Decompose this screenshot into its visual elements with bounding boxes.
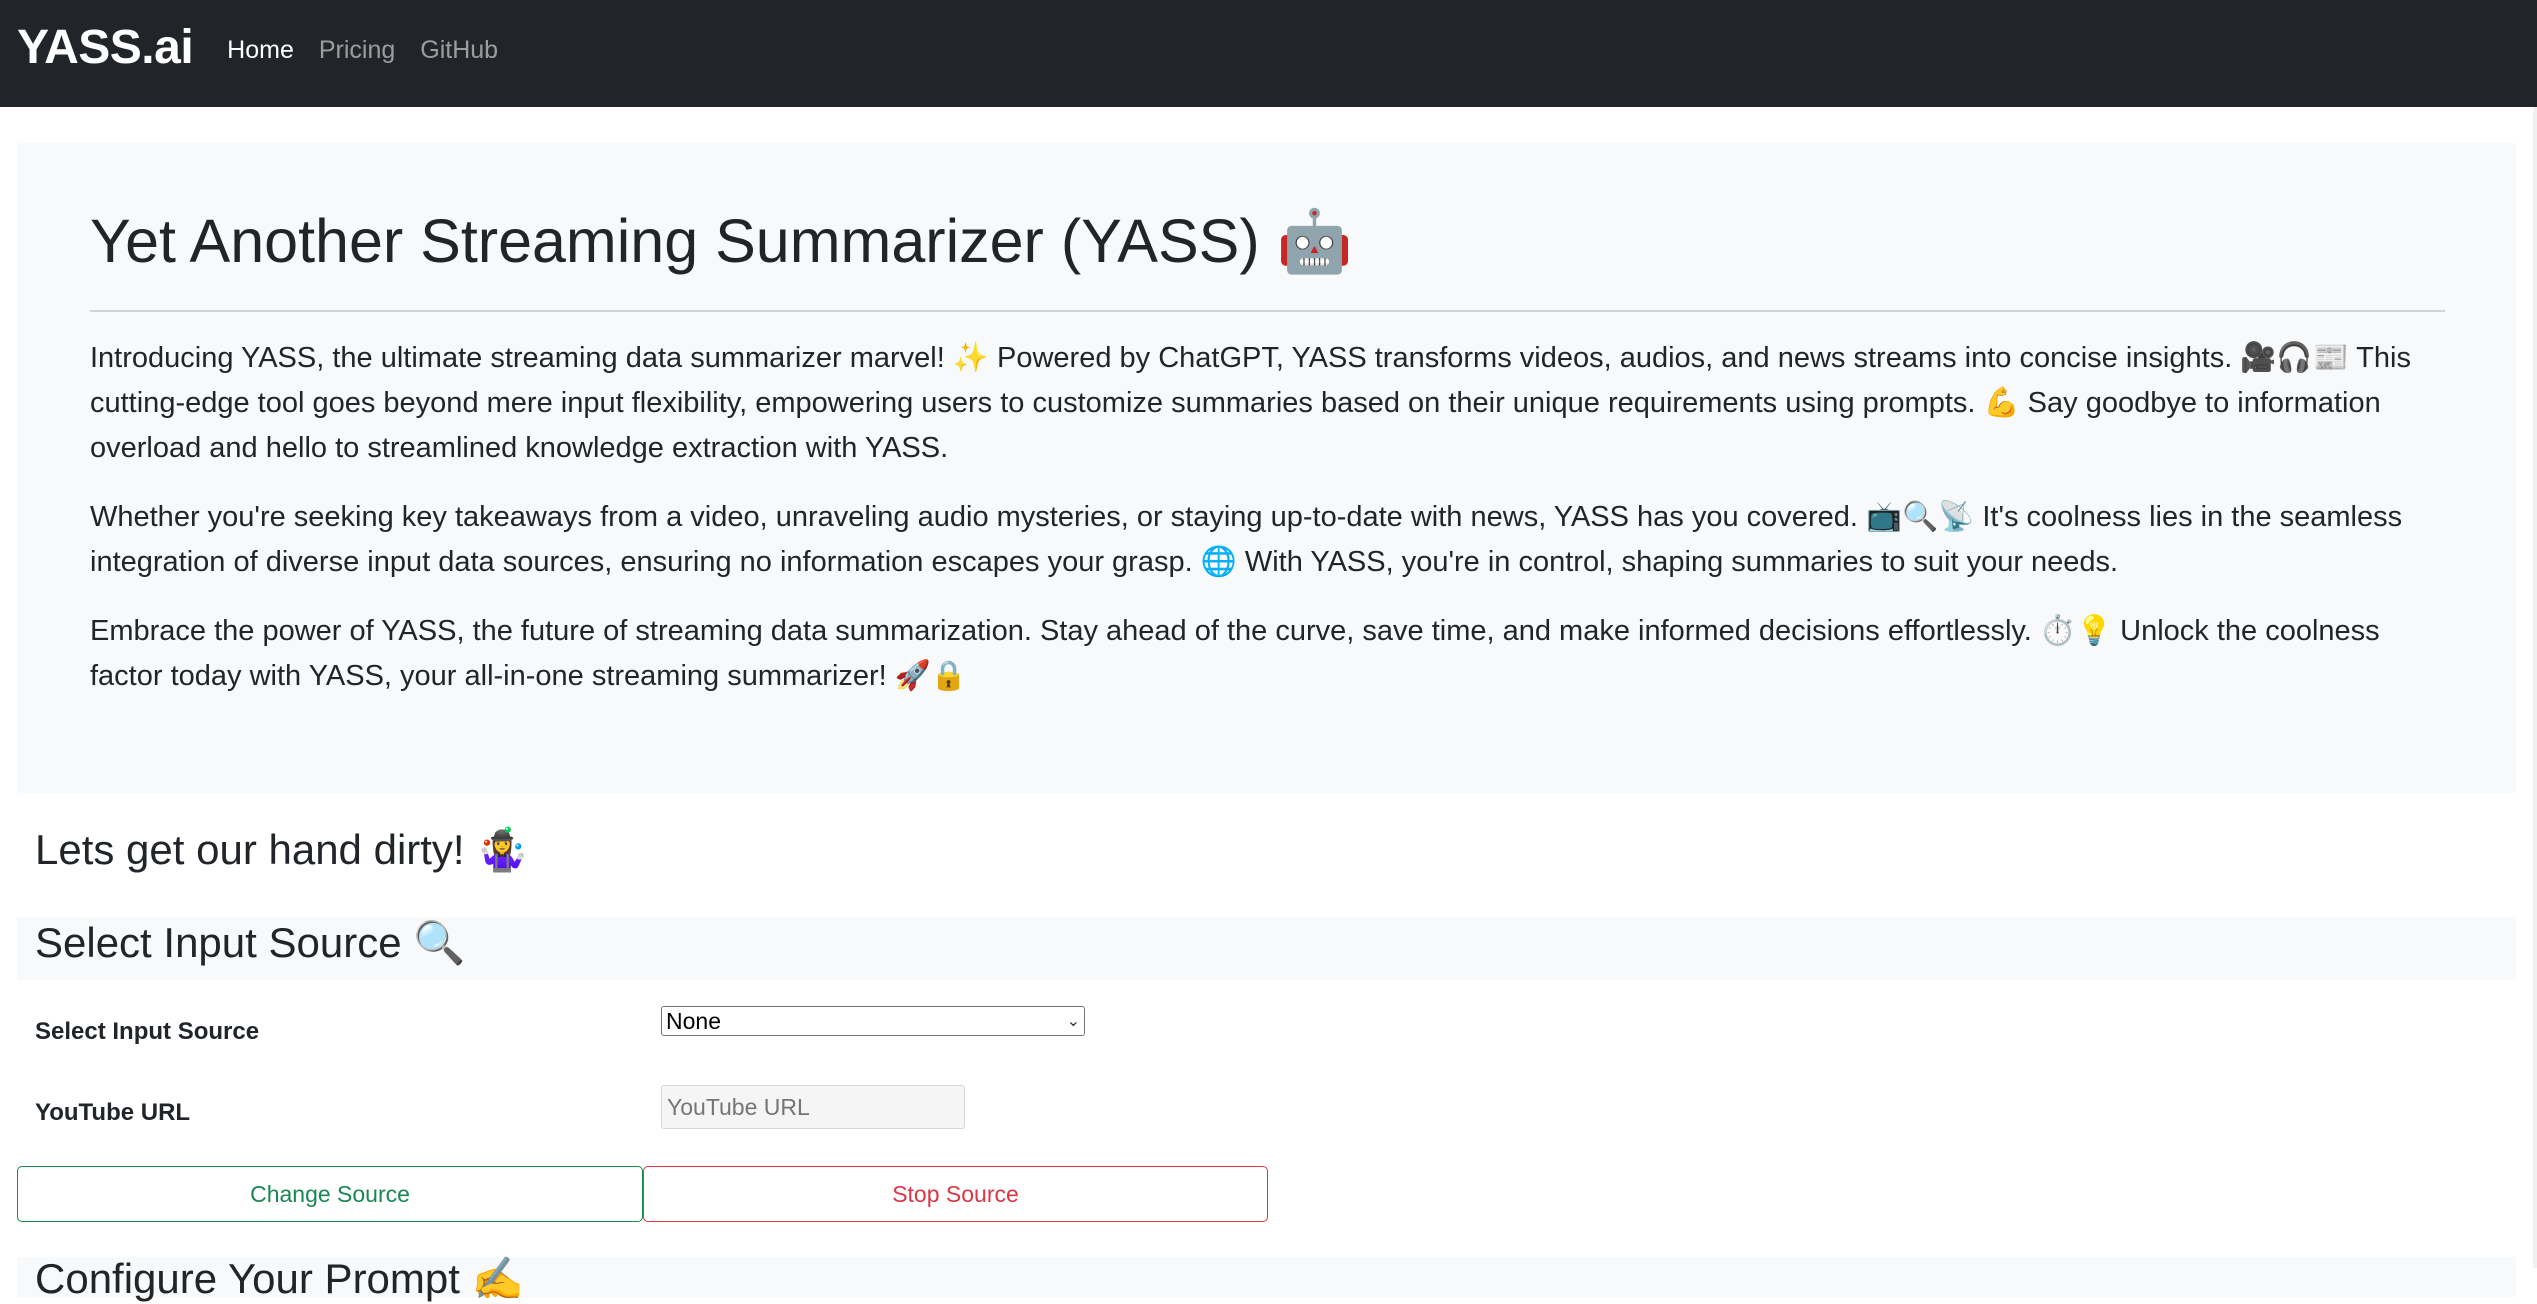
select-input-source-label: Select Input Source [35, 1018, 260, 1045]
intro-paragraph-1: Introducing YASS, the ultimate streaming… [90, 342, 2411, 464]
intro-paragraph-2: Whether you're seeking key takeaways fro… [90, 501, 2403, 578]
input-source-section-header: Select Input Source 🔍 [17, 917, 2516, 980]
change-source-button[interactable]: Change Source [17, 1166, 643, 1222]
input-source-selected-value: None [666, 1007, 721, 1034]
stop-source-button[interactable]: Stop Source [643, 1166, 1268, 1222]
prompt-section-title: Configure Your Prompt ✍️ [35, 1255, 524, 1302]
top-navbar: YASS.ai Home Pricing GitHub [0, 0, 2537, 107]
intro-paragraph-3: Embrace the power of YASS, the future of… [90, 615, 2380, 692]
hero-jumbotron: Yet Another Streaming Summarizer (YASS) … [17, 143, 2516, 793]
page-scrollbar[interactable] [2533, 107, 2537, 1268]
input-source-select[interactable]: None ⌄ [661, 1006, 1085, 1036]
page-title: Yet Another Streaming Summarizer (YASS) … [90, 207, 1353, 275]
youtube-url-label: YouTube URL [35, 1099, 191, 1126]
youtube-url-input[interactable] [661, 1085, 965, 1129]
input-source-section-title: Select Input Source 🔍 [35, 919, 466, 966]
nav-link-github[interactable]: GitHub [420, 36, 498, 65]
brand-logo[interactable]: YASS.ai [17, 20, 194, 75]
chevron-down-icon: ⌄ [1066, 1013, 1080, 1030]
prompt-section-header: Configure Your Prompt ✍️ [17, 1255, 2516, 1302]
nav-link-pricing[interactable]: Pricing [319, 36, 395, 65]
title-divider [90, 310, 2445, 312]
get-started-heading: Lets get our hand dirty! 🤹‍♀️ [35, 826, 529, 873]
nav-link-home[interactable]: Home [227, 36, 294, 65]
